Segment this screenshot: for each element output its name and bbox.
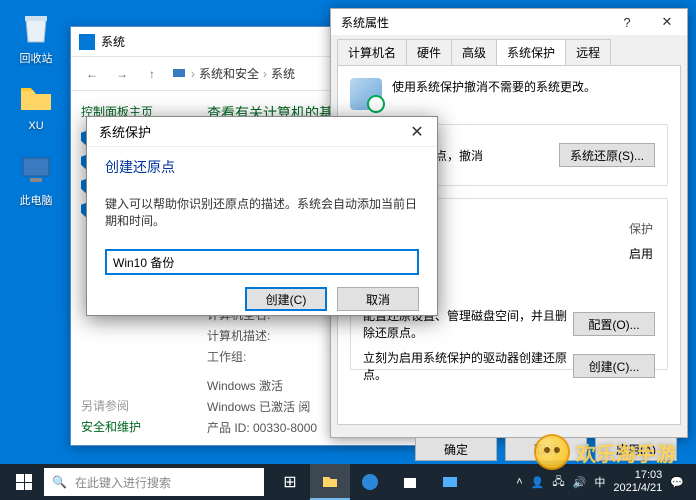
nav-back-button[interactable]: ←: [81, 63, 103, 85]
see-also-heading: 另请参阅: [81, 397, 141, 414]
cancel-button[interactable]: 取消: [505, 437, 587, 461]
create-restore-point-dialog: 系统保护 ✕ 创建还原点 键入可以帮助你识别还原点的描述。系统会自动添加当前日期…: [86, 116, 438, 316]
desktop-icon-label: XU: [6, 120, 66, 132]
system-restore-button[interactable]: 系统还原(S)...: [559, 143, 655, 167]
system-title: 系统: [101, 33, 125, 50]
system-tray: ˄ 👤 🖧 🔊 中 17:03 2021/4/21 💬: [516, 469, 692, 495]
col-protection: 保护: [530, 217, 653, 240]
breadcrumb-item[interactable]: 系统和安全: [199, 65, 259, 82]
nav-forward-button[interactable]: →: [111, 63, 133, 85]
search-icon: 🔍: [52, 475, 67, 489]
pc-icon: [171, 66, 187, 82]
taskbar-app-store[interactable]: [390, 464, 430, 500]
taskbar-app-mail[interactable]: [430, 464, 470, 500]
tray-time: 17:03: [613, 469, 662, 482]
desktop-icon-this-pc[interactable]: 此电脑: [6, 152, 66, 208]
nav-up-button[interactable]: ↑: [141, 63, 163, 85]
configure-button[interactable]: 配置(O)...: [573, 312, 655, 336]
taskbar-search-input[interactable]: 🔍 在此键入进行搜索: [44, 468, 264, 496]
chevron-right-icon: ›: [191, 67, 195, 81]
taskbar-app-edge[interactable]: [350, 464, 390, 500]
cancel-button[interactable]: 取消: [337, 287, 419, 311]
system-icon: [79, 34, 95, 50]
security-maintenance-link[interactable]: 安全和维护: [81, 418, 141, 435]
props-titlebar[interactable]: 系统属性 ? ✕: [331, 9, 687, 35]
breadcrumb-item[interactable]: 系统: [271, 65, 295, 82]
task-view-button[interactable]: ⊞: [270, 464, 310, 500]
props-desc-text: 使用系统保护撤消不需要的系统更改。: [392, 78, 596, 110]
tab-remote[interactable]: 远程: [565, 39, 611, 65]
ok-button[interactable]: 确定: [415, 437, 497, 461]
windows-logo-icon: [16, 474, 32, 490]
recycle-bin-icon: [18, 10, 54, 46]
dialog-titlebar[interactable]: 系统保护 ✕: [87, 117, 437, 147]
breadcrumb[interactable]: › 系统和安全 › 系统: [171, 65, 295, 82]
tray-date: 2021/4/21: [613, 482, 662, 495]
desktop-icon-folder-xu[interactable]: XU: [6, 80, 66, 132]
close-button[interactable]: ✕: [647, 9, 687, 35]
desktop-icon-recycle-bin[interactable]: 回收站: [6, 10, 66, 66]
tray-volume-icon[interactable]: 🔊: [573, 476, 587, 489]
dialog-heading: 创建还原点: [105, 157, 419, 177]
create-restore-button[interactable]: 创建(C)...: [573, 354, 655, 378]
dialog-title: 系统保护: [99, 122, 151, 141]
props-title: 系统属性: [341, 14, 389, 31]
apply-button[interactable]: 应用(A): [595, 437, 677, 461]
tray-clock[interactable]: 17:03 2021/4/21: [613, 469, 662, 495]
see-also-section: 另请参阅 安全和维护: [81, 397, 141, 435]
chevron-right-icon: ›: [263, 67, 267, 81]
tab-computer-name[interactable]: 计算机名: [337, 39, 407, 65]
desktop-icon-label: 回收站: [6, 50, 66, 66]
desktop-icon-label: 此电脑: [6, 192, 66, 208]
tray-people-icon[interactable]: 👤: [531, 476, 545, 489]
props-footer: 确定 取消 应用(A): [331, 431, 687, 467]
tray-network-icon[interactable]: 🖧: [552, 473, 564, 492]
search-placeholder: 在此键入进行搜索: [75, 474, 171, 491]
tab-advanced[interactable]: 高级: [451, 39, 497, 65]
taskbar: 🔍 在此键入进行搜索 ⊞ ˄ 👤 🖧 🔊 中 17:03 2021/4/21 💬: [0, 464, 696, 500]
tray-chevron-up-icon[interactable]: ˄: [516, 476, 522, 488]
tray-notifications-icon[interactable]: 💬: [670, 476, 684, 489]
tab-hardware[interactable]: 硬件: [406, 39, 452, 65]
start-button[interactable]: [4, 464, 44, 500]
edge-icon: [361, 473, 379, 491]
tray-ime-indicator[interactable]: 中: [594, 474, 605, 490]
restore-point-name-input[interactable]: [105, 249, 419, 275]
store-icon: [401, 473, 419, 491]
taskbar-app-explorer[interactable]: [310, 464, 350, 500]
protection-status: 启用: [530, 242, 653, 265]
dialog-desc: 键入可以帮助你识别还原点的描述。系统会自动添加当前日期和时间。: [105, 195, 419, 229]
tab-system-protection[interactable]: 系统保护: [496, 39, 566, 65]
restore-icon: [350, 78, 382, 110]
create-button[interactable]: 创建(C): [245, 287, 327, 311]
folder-icon: [18, 80, 54, 116]
create-desc-text: 立刻为启用系统保护的驱动器创建还原点。: [363, 349, 573, 383]
help-button[interactable]: ?: [607, 9, 647, 35]
props-tabs: 计算机名 硬件 高级 系统保护 远程: [331, 35, 687, 65]
folder-icon: [321, 472, 339, 490]
mail-icon: [441, 473, 459, 491]
pc-icon: [18, 152, 54, 188]
close-button[interactable]: ✕: [397, 117, 437, 147]
